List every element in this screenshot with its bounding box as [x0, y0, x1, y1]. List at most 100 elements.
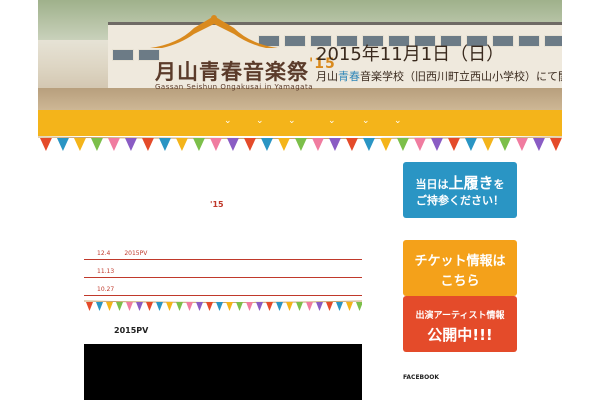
- bunting-flag: [533, 138, 545, 151]
- bunting-flag: [336, 302, 343, 311]
- bunting-flag: [216, 302, 223, 311]
- post-divider: [84, 259, 362, 260]
- nav-item-3[interactable]: ⌄: [288, 116, 296, 126]
- bunting-flag: [329, 138, 341, 151]
- bunting-flag: [156, 302, 163, 311]
- banner-line: こちら: [440, 274, 480, 289]
- nav-item-5[interactable]: ⌄: [362, 116, 370, 126]
- bunting-flag: [142, 138, 154, 151]
- venue-highlight: 青春: [338, 70, 360, 83]
- bunting-flag: [346, 302, 353, 311]
- bunting-flag: [296, 302, 303, 311]
- banner-text-big: 上履き: [448, 174, 494, 192]
- header-ground: [38, 88, 562, 110]
- bunting-flags: [38, 136, 562, 151]
- banner-bring-shoes[interactable]: 当日は上履きを ご持参ください！: [403, 162, 517, 218]
- bunting-flag: [146, 302, 153, 311]
- bunting-flag: [176, 302, 183, 311]
- venue-pre: 月山: [316, 70, 338, 83]
- bunting-flag: [380, 138, 392, 151]
- post-title: 2015PV: [124, 250, 148, 257]
- venue-post: 音楽学校（旧西川町立西山小学校）にて開催: [360, 70, 562, 83]
- bunting-flag: [206, 302, 213, 311]
- logo-subtitle: Gassan Seishun Ongakusai in Yamagata: [155, 83, 313, 91]
- site-logo[interactable]: 月山青春音楽祭'15: [155, 56, 336, 86]
- post-divider: [84, 277, 362, 278]
- banner-line: 出演アーティスト情報: [415, 311, 505, 321]
- header-banner: 月山青春音楽祭'15 Gassan Seishun Ongakusai in Y…: [38, 0, 562, 110]
- bunting-flag: [57, 138, 69, 151]
- bunting-flag: [256, 302, 263, 311]
- banner-line: 当日は上履きを: [403, 172, 517, 193]
- bunting-flags-small: [84, 300, 362, 311]
- banner-text: 当日は: [415, 178, 449, 191]
- post-link-3[interactable]: 10.27: [97, 286, 128, 293]
- bunting-flag: [276, 302, 283, 311]
- bunting-flag: [227, 138, 239, 151]
- post-date: 12.4: [97, 250, 111, 257]
- bunting-flag: [86, 302, 93, 311]
- banner-ticket-info[interactable]: チケット情報は こちら: [403, 240, 517, 296]
- facebook-heading: FACEBOOK: [403, 374, 439, 381]
- bunting-flag: [482, 138, 494, 151]
- nav-item-4[interactable]: ⌄: [328, 116, 336, 126]
- post-divider: [84, 295, 362, 296]
- nav-item-1[interactable]: ⌄: [224, 116, 232, 126]
- bunting-flag: [193, 138, 205, 151]
- bunting-flag: [108, 138, 120, 151]
- pv-heading: 2015PV: [114, 326, 149, 335]
- bunting-flag: [126, 302, 133, 311]
- bunting-flag: [326, 302, 333, 311]
- bunting-flag: [246, 302, 253, 311]
- bunting-flag: [414, 138, 426, 151]
- event-venue: 月山青春音楽学校（旧西川町立西山小学校）にて開催: [316, 68, 562, 84]
- bunting-flag: [516, 138, 528, 151]
- bunting-flag: [312, 138, 324, 151]
- page-title: '15: [210, 200, 224, 209]
- nav-item-6[interactable]: ⌄: [394, 116, 402, 126]
- bunting-flag: [106, 302, 113, 311]
- bunting-flag: [550, 138, 562, 151]
- post-link-1[interactable]: 12.4 2015PV: [97, 250, 147, 257]
- bunting-flag: [125, 138, 137, 151]
- bunting-flag: [431, 138, 443, 151]
- bunting-flag: [286, 302, 293, 311]
- bunting-flag: [136, 302, 143, 311]
- banner-line: 公開中!!!: [427, 326, 493, 344]
- bunting-flag: [346, 138, 358, 151]
- bunting-flag: [356, 302, 362, 311]
- logo-kanji: 月山青春音楽祭: [155, 60, 309, 84]
- logo-roof-icon: [150, 15, 278, 48]
- bunting-flag: [96, 302, 103, 311]
- nav-item-2[interactable]: ⌄: [256, 116, 264, 126]
- bunting-flag: [499, 138, 511, 151]
- bunting-flag: [196, 302, 203, 311]
- bunting-flag: [316, 302, 323, 311]
- bunting-flag: [210, 138, 222, 151]
- bunting-flag: [306, 302, 313, 311]
- bunting-flag: [295, 138, 307, 151]
- pv-video-player[interactable]: [84, 344, 362, 400]
- post-link-2[interactable]: 11.13: [97, 268, 128, 275]
- bunting-flag: [363, 138, 375, 151]
- bunting-flag: [448, 138, 460, 151]
- bunting-flag: [74, 138, 86, 151]
- post-date: 10.27: [97, 286, 115, 293]
- bunting-flag: [116, 302, 123, 311]
- bunting-flag: [244, 138, 256, 151]
- bunting-flag: [278, 138, 290, 151]
- bunting-flag: [186, 302, 193, 311]
- bunting-flag: [166, 302, 173, 311]
- bunting-flag: [266, 302, 273, 311]
- bunting-flag: [465, 138, 477, 151]
- bunting-flag: [261, 138, 273, 151]
- event-date: 2015年11月1日（日）: [316, 44, 505, 65]
- banner-line: ご持参ください！: [416, 194, 504, 207]
- post-date: 11.13: [97, 268, 115, 275]
- bunting-flag: [236, 302, 243, 311]
- bunting-flag: [176, 138, 188, 151]
- banner-artist-info[interactable]: 出演アーティスト情報 公開中!!!: [403, 296, 517, 352]
- bunting-flag: [226, 302, 233, 311]
- bunting-flag: [159, 138, 171, 151]
- bunting-flag: [397, 138, 409, 151]
